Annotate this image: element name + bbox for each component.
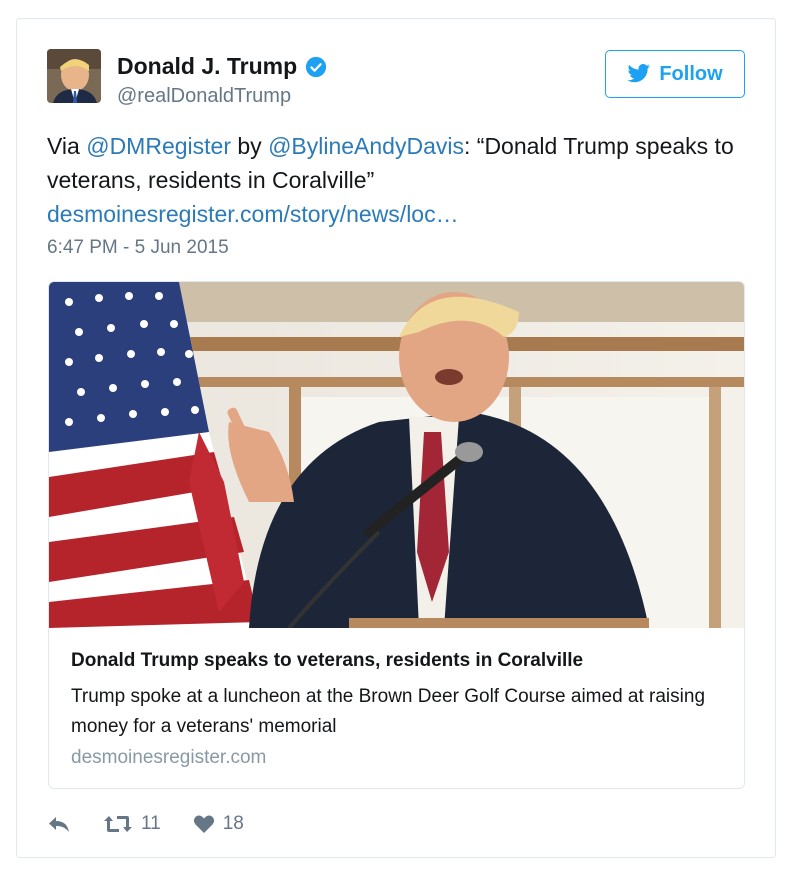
reply-button[interactable] <box>47 814 71 834</box>
like-count: 18 <box>222 813 244 834</box>
heart-icon <box>193 815 214 833</box>
tweet-card: Donald J. Trump @realDonaldTrump Follow … <box>16 18 776 858</box>
link-card-title: Donald Trump speaks to veterans, residen… <box>71 650 584 671</box>
reply-icon <box>49 817 69 832</box>
tweet-middle: by <box>230 133 269 159</box>
display-name[interactable]: Donald J. Trump <box>117 53 297 80</box>
like-button[interactable]: 18 <box>193 813 244 835</box>
user-handle[interactable]: @realDonaldTrump <box>117 85 291 108</box>
follow-label: Follow <box>659 62 723 85</box>
retweet-button[interactable]: 11 <box>103 813 161 835</box>
retweet-icon <box>104 816 132 832</box>
link-preview-image <box>49 282 744 628</box>
mention-dmregister[interactable]: @DMRegister <box>86 133 231 159</box>
tweet-actions: 11 18 <box>47 813 244 835</box>
name-row: Donald J. Trump <box>117 53 327 80</box>
twitter-bird-icon <box>627 64 651 83</box>
tweet-timestamp[interactable]: 6:47 PM - 5 Jun 2015 <box>47 237 229 259</box>
link-card-description: Trump spoke at a luncheon at the Brown D… <box>71 686 706 737</box>
tweet-link[interactable]: desmoinesregister.com/story/news/loc… <box>47 201 459 227</box>
link-preview-card[interactable]: Donald Trump speaks to veterans, residen… <box>48 281 745 789</box>
link-card-domain: desmoinesregister.com <box>71 747 267 768</box>
retweet-count: 11 <box>141 813 161 834</box>
tweet-text: Via @DMRegister by @BylineAndyDavis: “Do… <box>47 129 737 231</box>
avatar[interactable] <box>47 49 101 103</box>
verified-badge-icon <box>305 56 327 78</box>
mention-bylineandydavis[interactable]: @BylineAndyDavis <box>268 133 464 159</box>
follow-button[interactable]: Follow <box>605 50 745 98</box>
tweet-prefix: Via <box>47 133 87 159</box>
